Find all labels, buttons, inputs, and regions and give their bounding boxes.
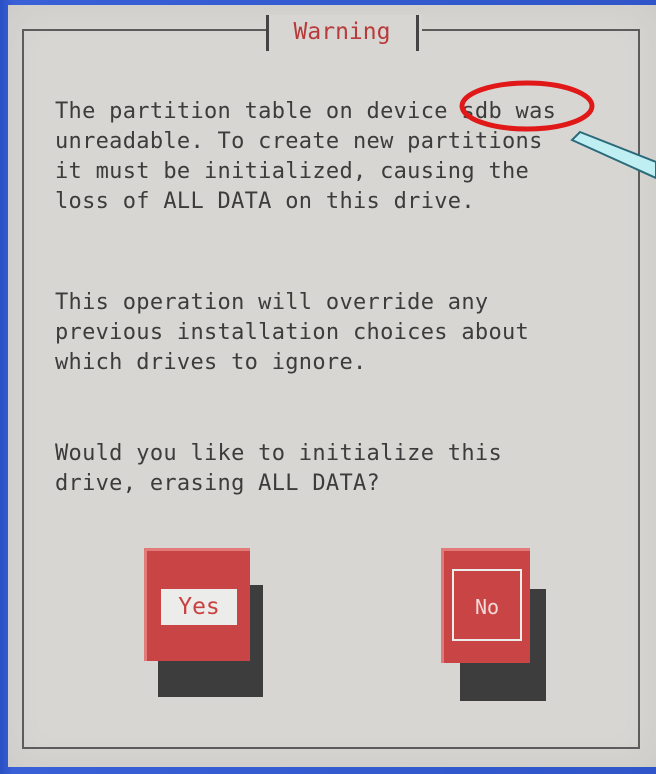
partition-warning-text: The partition table on device sdb was un… — [55, 99, 557, 214]
screen-background: Warning The partition table on device sd… — [0, 0, 656, 774]
title-bracket-right — [416, 15, 419, 51]
override-notice-text: This operation will override any previou… — [55, 290, 530, 375]
yes-button[interactable]: Yes — [144, 548, 250, 661]
dialog-title: Warning — [293, 19, 391, 45]
warning-dialog: Warning The partition table on device sd… — [8, 5, 656, 767]
no-button[interactable]: No — [441, 548, 530, 663]
confirmation-question-text: Would you like to initialize this drive,… — [55, 441, 502, 496]
yes-button-label: Yes — [161, 589, 237, 625]
no-button-label: No — [452, 569, 522, 641]
dialog-title-box: Warning — [266, 15, 422, 53]
